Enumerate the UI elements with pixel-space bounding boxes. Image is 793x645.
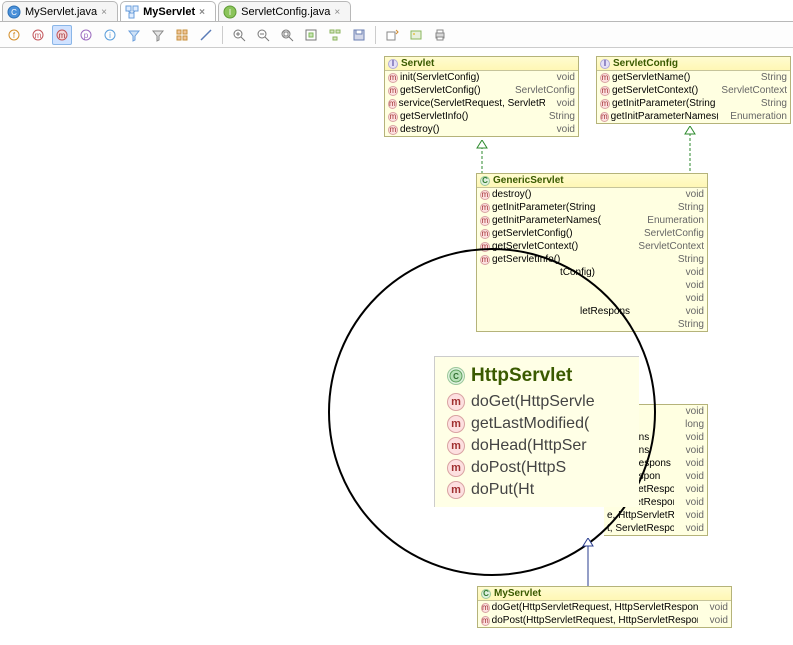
class-icon: C xyxy=(480,176,490,186)
class-node-servletconfig[interactable]: IServletConfig mgetServletName()String m… xyxy=(596,56,791,124)
class-node-myservlet[interactable]: CMyServlet mdoGet(HttpServletRequest, Ht… xyxy=(477,586,732,628)
extends-arrow xyxy=(581,538,595,586)
close-icon[interactable]: × xyxy=(334,7,344,17)
save-icon[interactable] xyxy=(349,25,369,45)
svg-text:I: I xyxy=(229,8,231,17)
method-icon: m xyxy=(447,481,465,499)
zoom-reset-icon[interactable] xyxy=(277,25,297,45)
zoom-fit-icon[interactable] xyxy=(301,25,321,45)
tab-servletconfig-java[interactable]: I ServletConfig.java × xyxy=(218,1,351,21)
class-title: ServletConfig xyxy=(613,58,678,69)
method-icon: m xyxy=(480,216,490,226)
class-icon: C xyxy=(447,367,465,385)
method-icon: m xyxy=(481,603,490,613)
svg-text:p: p xyxy=(84,31,89,40)
tab-myservlet-java[interactable]: C MyServlet.java × xyxy=(2,1,118,21)
method-icon: m xyxy=(388,112,398,122)
class-icon: C xyxy=(481,589,491,599)
method-icon: m xyxy=(600,73,610,83)
zoom-title: HttpServlet xyxy=(471,365,572,387)
zoom-out-icon[interactable] xyxy=(253,25,273,45)
method-icon: m xyxy=(480,203,490,213)
export-icon[interactable] xyxy=(382,25,402,45)
method-icon: m xyxy=(447,437,465,455)
class-node-servlet[interactable]: IServlet minit(ServletConfig)void mgetSe… xyxy=(384,56,579,137)
close-icon[interactable]: × xyxy=(199,7,209,17)
svg-text:C: C xyxy=(453,372,459,381)
show-fields-icon[interactable]: f xyxy=(4,25,24,45)
interface-icon: I xyxy=(388,59,398,69)
grid-icon[interactable] xyxy=(172,25,192,45)
tab-label: ServletConfig.java xyxy=(241,6,330,18)
show-package-icon[interactable]: p xyxy=(76,25,96,45)
method-icon: m xyxy=(480,229,490,239)
separator xyxy=(375,26,376,44)
class-icon: C xyxy=(7,5,21,19)
diagram-canvas[interactable]: IServlet minit(ServletConfig)void mgetSe… xyxy=(0,48,793,645)
interface-icon: I xyxy=(600,59,610,69)
diagram-toolbar: f m m p i xyxy=(0,22,793,48)
method-icon: m xyxy=(600,99,610,109)
image-icon[interactable] xyxy=(406,25,426,45)
interface-icon: I xyxy=(223,5,237,19)
class-title: GenericServlet xyxy=(493,175,564,186)
svg-text:m: m xyxy=(35,31,42,40)
layout-icon[interactable] xyxy=(325,25,345,45)
svg-text:i: i xyxy=(109,31,111,40)
svg-text:C: C xyxy=(11,8,17,17)
diagram-icon xyxy=(125,5,139,19)
editor-tabs: C MyServlet.java × MyServlet × I Servlet… xyxy=(0,0,793,22)
info-icon[interactable]: i xyxy=(100,25,120,45)
method-icon: m xyxy=(388,73,398,83)
filter-blue-icon[interactable] xyxy=(124,25,144,45)
zoom-panel-httpservlet: C HttpServlet mdoGet(HttpServle mgetLast… xyxy=(434,356,639,507)
method-icon: m xyxy=(388,86,398,96)
implements-arrow xyxy=(475,140,489,174)
zoom-in-icon[interactable] xyxy=(229,25,249,45)
tab-myservlet-diagram[interactable]: MyServlet × xyxy=(120,1,216,21)
svg-text:f: f xyxy=(13,31,16,40)
filter-icon[interactable] xyxy=(148,25,168,45)
class-title: MyServlet xyxy=(494,588,541,599)
method-icon: m xyxy=(388,99,397,109)
method-icon: m xyxy=(447,393,465,411)
show-method-selected-icon[interactable]: m xyxy=(52,25,72,45)
tab-label: MyServlet xyxy=(143,6,195,18)
close-icon[interactable]: × xyxy=(101,7,111,17)
separator xyxy=(222,26,223,44)
print-icon[interactable] xyxy=(430,25,450,45)
method-icon: m xyxy=(481,616,490,626)
method-icon: m xyxy=(600,86,610,96)
svg-text:m: m xyxy=(59,31,66,40)
method-icon: m xyxy=(480,190,490,200)
method-icon: m xyxy=(447,415,465,433)
show-method-icon[interactable]: m xyxy=(28,25,48,45)
class-title: Servlet xyxy=(401,58,434,69)
method-icon: m xyxy=(388,125,398,135)
tab-label: MyServlet.java xyxy=(25,6,97,18)
line-tool-icon[interactable] xyxy=(196,25,216,45)
method-icon: m xyxy=(447,459,465,477)
method-icon: m xyxy=(600,112,609,122)
